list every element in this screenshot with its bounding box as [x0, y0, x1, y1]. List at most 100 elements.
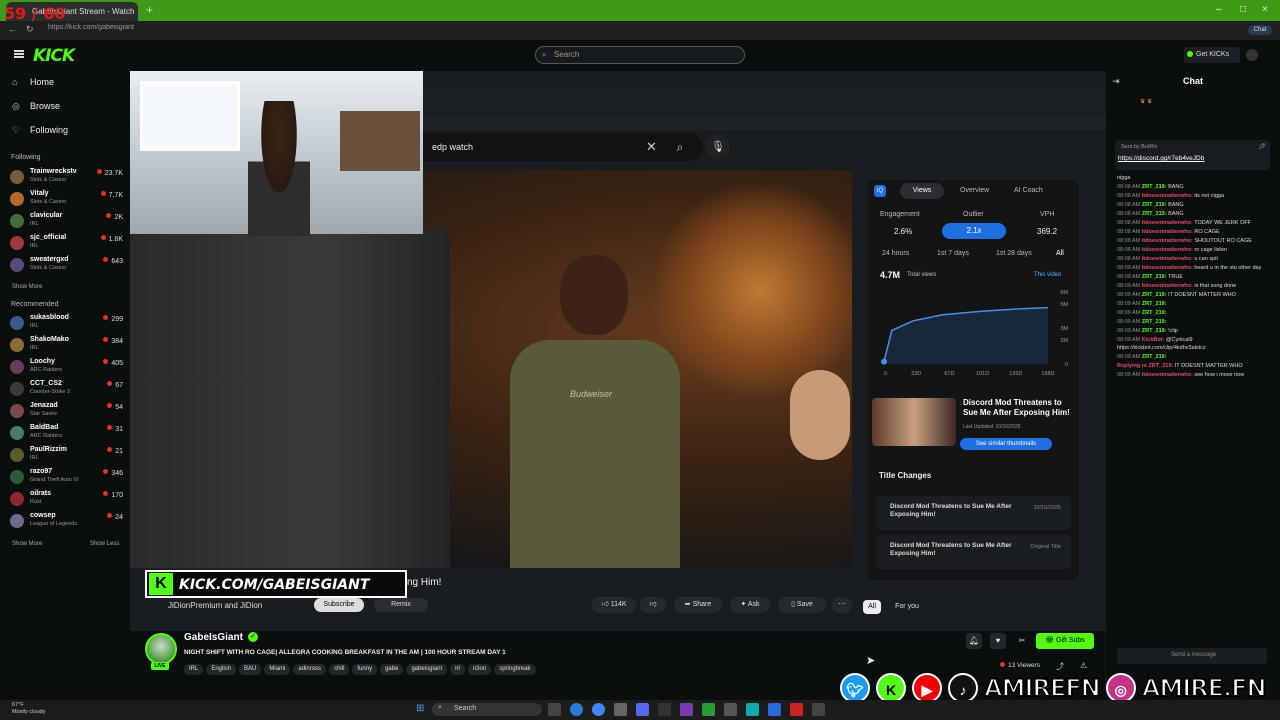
collapse-chat-icon[interactable]: ⇥	[1112, 76, 1120, 87]
sidebar-channel[interactable]: Trainwreckstv Slots & Casino 23.7K	[10, 168, 125, 190]
pinned-message[interactable]: Sent by BotRix https://discord.gg/r7eb4v…	[1115, 140, 1270, 170]
user-avatar[interactable]	[1246, 49, 1258, 61]
app-icon[interactable]	[702, 703, 715, 716]
chat-username[interactable]: itdoesntmatterwho:	[1142, 247, 1193, 253]
chat-username[interactable]: ZRT_219:	[1142, 274, 1167, 280]
sidebar-channel[interactable]: BaldBad ARC Raiders 31	[10, 424, 125, 446]
search-input[interactable]: ⌕ Search	[535, 46, 745, 64]
chat-username[interactable]: itdoesntmatterwho:	[1142, 256, 1193, 262]
menu-icon[interactable]	[14, 50, 24, 58]
stream-tag[interactable]: IRL	[184, 664, 204, 675]
chat-extension-icon[interactable]: Chat	[1248, 25, 1272, 35]
sidebar-channel[interactable]: Jenazad Star Savior 54	[10, 402, 125, 424]
sidebar-channel[interactable]: Loochy ARC Raiders 405	[10, 358, 125, 380]
share-icon[interactable]: ⤴	[1056, 661, 1064, 672]
maximize-icon[interactable]: □	[1240, 4, 1252, 15]
sidebar-item-following[interactable]: ♡ Following	[12, 125, 122, 141]
chat-message[interactable]: 08:09 AM ZRT_219:	[1117, 319, 1267, 327]
stream-tag[interactable]: n3on	[467, 664, 492, 675]
stream-tag[interactable]: gabeisgiant	[406, 664, 448, 675]
app-icon[interactable]	[768, 703, 781, 716]
notification-bell-icon[interactable]: 🔔︎	[966, 633, 982, 649]
app-icon[interactable]	[790, 703, 803, 716]
chat-username[interactable]: ZRT_219:	[1142, 319, 1167, 325]
weather-widget[interactable]: 67°F Mostly cloudy	[12, 702, 45, 716]
stream-tag[interactable]: chill	[329, 664, 350, 675]
chat-username[interactable]: itdoesntmatterwho:	[1142, 193, 1193, 199]
taskbar-search[interactable]: ⌕ Search	[432, 703, 542, 716]
chat-username[interactable]: itdoesntmatterwho:	[1142, 265, 1193, 271]
get-kicks-button[interactable]: Get KICKs	[1184, 47, 1240, 63]
url-field[interactable]: https://kick.com/gabeisgiant	[48, 24, 134, 31]
chat-message[interactable]: 08:09 AM itdoesntmatterwho: is that song…	[1117, 283, 1267, 291]
chat-message[interactable]: 08:08 AM itdoesntmatterwho: TODAY WE JER…	[1117, 220, 1267, 228]
sidebar-channel[interactable]: razo97 Grand Theft Auto IV 346	[10, 468, 125, 490]
back-icon[interactable]: ←	[8, 24, 17, 34]
sidebar-item-home[interactable]: ⌂ Home	[12, 77, 122, 93]
chat-message[interactable]: 08:08 AM itdoesntmatterwho: its not nigg…	[1117, 193, 1267, 201]
chat-message[interactable]: nigga	[1117, 175, 1267, 183]
sidebar-channel[interactable]: clavicular IRL 2K	[10, 212, 125, 234]
sidebar-item-browse[interactable]: ◎ Browse	[12, 101, 122, 117]
chat-message[interactable]: 08:09 AM ZRT_219: TRUE	[1117, 274, 1267, 282]
chat-message[interactable]: 08:08 AM itdoesntmatterwho: ro cage list…	[1117, 247, 1267, 255]
app-icon[interactable]	[680, 703, 693, 716]
sidebar-channel[interactable]: oilrats Rust 170	[10, 490, 125, 512]
sidebar-channel[interactable]: sukasblood IRL 299	[10, 314, 125, 336]
chat-message[interactable]: 08:08 AM ZRT_219: BANG	[1117, 202, 1267, 210]
show-more-recommended[interactable]: Show More	[12, 541, 42, 547]
sidebar-channel[interactable]: CCT_CS2 Counter-Strike 2 67	[10, 380, 125, 402]
stream-tag[interactable]: springbreak	[494, 664, 536, 675]
follow-heart-icon[interactable]: ♥	[990, 633, 1006, 649]
chat-message[interactable]: Replying to ZRT_219: IT DOESNT MATTER WH…	[1117, 363, 1267, 371]
show-less-button[interactable]: Show Less	[90, 541, 119, 547]
stream-tag[interactable]: irl	[450, 664, 465, 675]
stream-tag[interactable]: adinross	[293, 664, 327, 675]
app-icon[interactable]	[812, 703, 825, 716]
chat-username[interactable]: ZRT_219:	[1142, 310, 1167, 316]
sidebar-channel[interactable]: Vitaly Slots & Casino 7.7K	[10, 190, 125, 212]
reload-icon[interactable]: ↻	[26, 24, 34, 35]
task-view-icon[interactable]	[548, 703, 561, 716]
chat-username[interactable]: ZRT_219:	[1142, 328, 1167, 334]
app-icon[interactable]	[658, 703, 671, 716]
chat-username[interactable]: ZRT_219:	[1142, 292, 1167, 298]
gift-subs-button[interactable]: 🎁︎ Gift Subs	[1036, 633, 1094, 649]
kick-logo[interactable]: KICK	[33, 46, 75, 66]
chat-username[interactable]: ZRT_219:	[1142, 301, 1167, 307]
chat-username[interactable]: Replying to ZRT_219:	[1117, 363, 1173, 369]
streamer-avatar[interactable]	[145, 633, 177, 665]
chat-message[interactable]: 08:08 AM itdoesntmatterwho: u can spit	[1117, 256, 1267, 264]
chat-message[interactable]: 08:08 AM itdoesntmatterwho: SHOUTOUT RO …	[1117, 238, 1267, 246]
stream-tag[interactable]: gabe	[380, 664, 404, 675]
pinned-link[interactable]: https://discord.gg/r7eb4veJDb	[1118, 155, 1204, 162]
chrome-icon[interactable]	[592, 703, 605, 716]
chat-message[interactable]: 08:09 AM itdoesntmatterwho: heard u in t…	[1117, 265, 1267, 273]
show-more-following[interactable]: Show More	[12, 284, 42, 290]
chat-message[interactable]: 08:08 AM ZRT_219: BANG	[1117, 184, 1267, 192]
app-icon[interactable]	[746, 703, 759, 716]
chat-username[interactable]: ZRT_219:	[1142, 184, 1167, 190]
chat-username[interactable]: itdoesntmatterwho:	[1142, 229, 1193, 235]
stream-tag[interactable]: funny	[352, 664, 378, 675]
clip-icon[interactable]: ✂	[1014, 633, 1030, 649]
chat-message[interactable]: 08:08 AM ZRT_219: BANG	[1117, 211, 1267, 219]
chat-message[interactable]: 08:09 AM KickBot: @Cynical9 https://kick…	[1117, 337, 1267, 352]
sidebar-channel[interactable]: PaulRizzim IRL 21	[10, 446, 125, 468]
chat-message[interactable]: 08:09 AM ZRT_219:	[1117, 310, 1267, 318]
chat-message[interactable]: 08:09 AM ZRT_219: !clip	[1117, 328, 1267, 336]
sidebar-channel[interactable]: cowsep League of Legends 24	[10, 512, 125, 534]
app-icon[interactable]	[724, 703, 737, 716]
minimize-icon[interactable]: –	[1216, 4, 1228, 15]
chat-message[interactable]: 08:09 AM ZRT_219: IT DOESNT MATTER WHO	[1117, 292, 1267, 300]
stream-tag[interactable]: Miami	[264, 664, 291, 675]
chat-username[interactable]: ZRT_219:	[1142, 354, 1167, 360]
chat-username[interactable]: ZRT_219:	[1142, 202, 1167, 208]
sidebar-channel[interactable]: ShakoMako IRL 384	[10, 336, 125, 358]
sidebar-channel[interactable]: sweatergxd Slots & Casino 643	[10, 256, 125, 278]
chat-username[interactable]: itdoesntmatterwho:	[1142, 238, 1193, 244]
new-tab-icon[interactable]: +	[146, 3, 153, 17]
app-icon[interactable]	[614, 703, 627, 716]
close-window-icon[interactable]: ×	[1262, 4, 1274, 15]
edge-browser-icon[interactable]	[570, 703, 583, 716]
